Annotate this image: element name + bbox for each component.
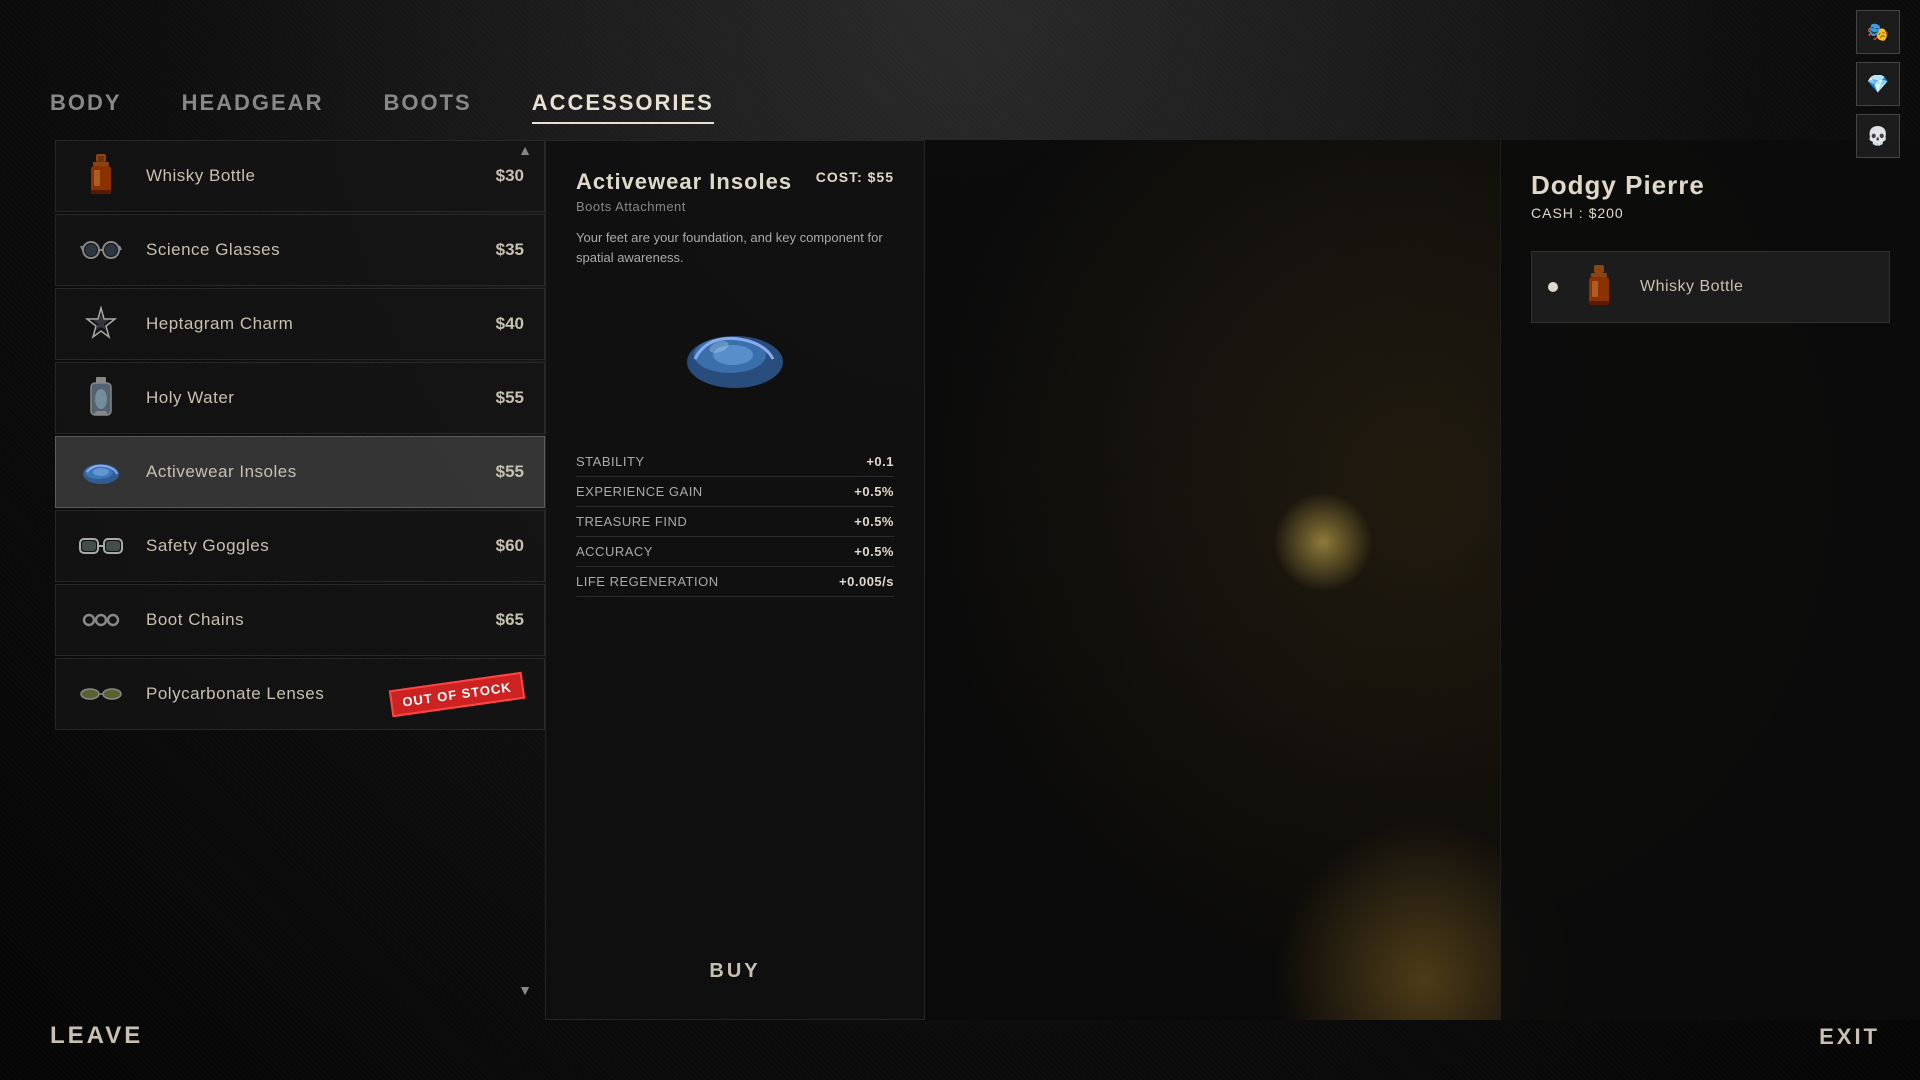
item-name-2: Heptagram Charm: [146, 314, 476, 334]
item-name-1: Science Glasses: [146, 240, 476, 260]
stat-row: LIFE REGENERATION+0.005/s: [576, 567, 894, 597]
item-icon-holy-water: [76, 373, 126, 423]
item-name-4: Activewear Insoles: [146, 462, 476, 482]
list-item[interactable]: Heptagram Charm $40: [55, 288, 545, 360]
item-icon-insoles: [76, 447, 126, 497]
item-name-0: Whisky Bottle: [146, 166, 476, 186]
equipped-indicator: [1548, 282, 1558, 292]
stats-table: STABILITY+0.1EXPERIENCE GAIN+0.5%TREASUR…: [576, 447, 894, 597]
equipped-item-name: Whisky Bottle: [1640, 278, 1743, 296]
list-item[interactable]: Holy Water $55: [55, 362, 545, 434]
list-item[interactable]: Whisky Bottle $30: [55, 140, 545, 212]
stat-name: STABILITY: [576, 447, 806, 477]
icon-1[interactable]: 🎭: [1856, 10, 1900, 54]
item-name-5: Safety Goggles: [146, 536, 476, 556]
tab-body[interactable]: BODY: [50, 90, 122, 124]
item-price-0: $30: [496, 166, 524, 186]
stat-row: TREASURE FIND+0.5%: [576, 507, 894, 537]
stat-value: +0.5%: [806, 477, 894, 507]
stat-name: ACCURACY: [576, 537, 806, 567]
item-name-6: Boot Chains: [146, 610, 476, 630]
out-of-stock-badge: OUT OF STOCK: [389, 671, 525, 716]
stat-value: +0.5%: [806, 537, 894, 567]
stat-name: EXPERIENCE GAIN: [576, 477, 806, 507]
equipped-item-icon: [1574, 262, 1624, 312]
equipped-panel: Dodgy Pierre CASH : $200 Whisky Bottle: [1500, 140, 1920, 1020]
stat-row: STABILITY+0.1: [576, 447, 894, 477]
scroll-up-arrow[interactable]: ▲: [515, 140, 535, 160]
tab-boots[interactable]: BOOTS: [383, 90, 471, 124]
stat-row: EXPERIENCE GAIN+0.5%: [576, 477, 894, 507]
list-item[interactable]: Polycarbonate Lenses OUT OF STOCK: [55, 658, 545, 730]
item-icon-goggles: [76, 521, 126, 571]
detail-description: Your feet are your foundation, and key c…: [576, 228, 894, 267]
stat-value: +0.1: [806, 447, 894, 477]
item-price-4: $55: [496, 462, 524, 482]
detail-subtitle: Boots Attachment: [576, 199, 894, 214]
exit-button[interactable]: EXIT: [1819, 1024, 1880, 1050]
item-name-3: Holy Water: [146, 388, 476, 408]
item-icon-glasses: [76, 225, 126, 275]
detail-image-area: [576, 287, 894, 427]
tab-accessories[interactable]: ACCESSORIES: [532, 90, 714, 124]
list-item[interactable]: Science Glasses $35: [55, 214, 545, 286]
character-cash: CASH : $200: [1531, 205, 1890, 221]
character-name: Dodgy Pierre: [1531, 170, 1890, 201]
stat-value: +0.5%: [806, 507, 894, 537]
detail-header: Activewear Insoles COST: $55: [576, 169, 894, 195]
icon-2[interactable]: 💎: [1856, 62, 1900, 106]
nav-tabs: BODY HEADGEAR BOOTS ACCESSORIES: [50, 90, 714, 124]
item-icon-chains: [76, 595, 126, 645]
item-price-2: $40: [496, 314, 524, 334]
item-price-1: $35: [496, 240, 524, 260]
detail-panel: Activewear Insoles COST: $55 Boots Attac…: [545, 140, 925, 1020]
item-name-7: Polycarbonate Lenses: [146, 684, 370, 704]
list-item-active[interactable]: Activewear Insoles $55: [55, 436, 545, 508]
icon-3[interactable]: 💀: [1856, 114, 1900, 158]
buy-button[interactable]: BUY: [679, 952, 790, 991]
detail-cost: COST: $55: [816, 169, 894, 185]
list-item[interactable]: Safety Goggles $60: [55, 510, 545, 582]
stat-name: LIFE REGENERATION: [576, 567, 806, 597]
scroll-down-arrow[interactable]: ▼: [515, 980, 535, 1000]
item-price-5: $60: [496, 536, 524, 556]
item-icon-whisky: [76, 151, 126, 201]
stat-value: +0.005/s: [806, 567, 894, 597]
stat-row: ACCURACY+0.5%: [576, 537, 894, 567]
equipped-item[interactable]: Whisky Bottle: [1531, 251, 1890, 323]
leave-button[interactable]: LEAVE: [50, 1022, 143, 1050]
item-price-6: $65: [496, 610, 524, 630]
item-list: ▲ Whisky Bottle $30: [55, 140, 545, 1020]
tab-headgear[interactable]: HEADGEAR: [182, 90, 324, 124]
lamp-glow: [1273, 492, 1373, 592]
list-item[interactable]: Boot Chains $65: [55, 584, 545, 656]
top-right-icons: 🎭 💎 💀: [1856, 10, 1900, 158]
item-price-3: $55: [496, 388, 524, 408]
item-icon-charm: [76, 299, 126, 349]
detail-title: Activewear Insoles: [576, 169, 792, 195]
buy-button-area: BUY: [576, 932, 894, 991]
item-icon-lenses: [76, 669, 126, 719]
stat-name: TREASURE FIND: [576, 507, 806, 537]
